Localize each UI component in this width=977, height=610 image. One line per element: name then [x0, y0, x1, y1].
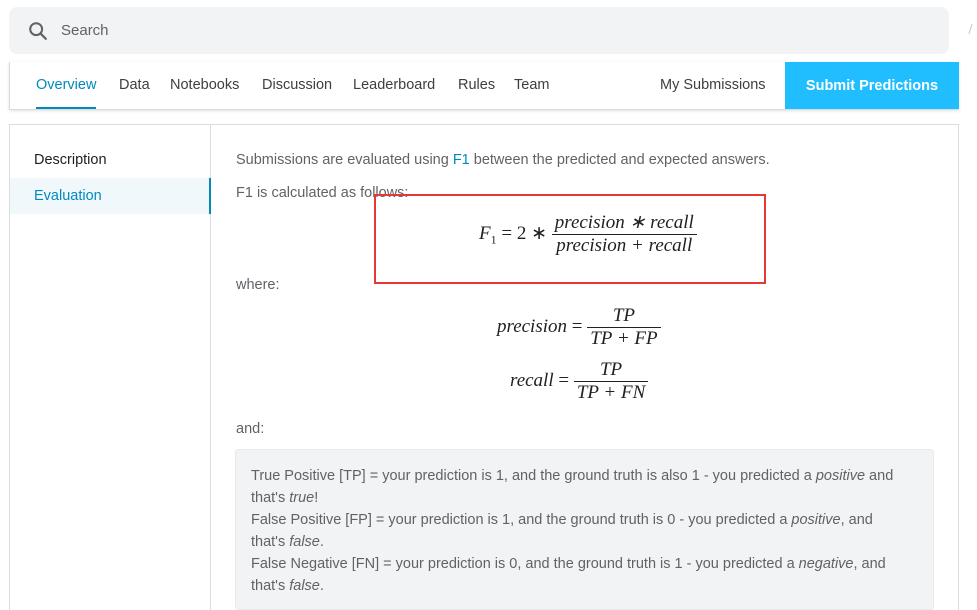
precision-eq: = [567, 315, 588, 337]
tab-rules[interactable]: Rules [458, 62, 495, 109]
precision-fraction: TP TP + FP [587, 305, 661, 350]
fn-definition-line-1: False Negative [FN] = your prediction is… [251, 556, 886, 572]
fp-definition-line-2: that's false. [251, 534, 324, 550]
search-bar[interactable] [9, 7, 949, 54]
recall-denominator: TP + FN [576, 382, 646, 403]
precision-formula: precision = TP TP + FP [497, 305, 661, 350]
sidebar-item-evaluation[interactable]: Evaluation [10, 178, 211, 214]
search-input[interactable] [61, 7, 921, 54]
intro-text-before: Submissions are evaluated using [236, 152, 453, 168]
tab-team[interactable]: Team [514, 62, 549, 109]
fp-definition-line-1: False Positive [FP] = your prediction is… [251, 512, 873, 528]
tab-leaderboard[interactable]: Leaderboard [353, 62, 435, 109]
precision-lhs: precision [497, 315, 568, 337]
tab-notebooks[interactable]: Notebooks [170, 62, 239, 109]
definitions-box: True Positive [TP] = your prediction is … [235, 449, 934, 610]
recall-formula: recall = TP TP + FN [510, 359, 649, 404]
tp-definition-line-2: that's true! [251, 490, 319, 506]
tab-overview[interactable]: Overview [36, 62, 97, 109]
highlight-box [374, 194, 766, 284]
f1-link[interactable]: F1 [453, 152, 470, 168]
and-label: and: [236, 421, 265, 437]
sidebar: Description Evaluation [10, 125, 211, 610]
recall-lhs: recall [510, 369, 554, 391]
recall-eq: = [553, 369, 574, 391]
submit-predictions-button[interactable]: Submit Predictions [785, 62, 959, 109]
fn-definition-line-2: that's false. [251, 578, 324, 594]
search-icon [29, 22, 47, 40]
intro-paragraph: Submissions are evaluated using F1 betwe… [236, 152, 770, 168]
my-submissions-link[interactable]: My Submissions [660, 62, 766, 109]
tab-bar: Overview Data Notebooks Discussion Leade… [9, 62, 959, 110]
where-label: where: [236, 277, 280, 293]
recall-fraction: TP TP + FN [573, 359, 649, 404]
recall-numerator: TP [573, 359, 649, 382]
precision-denominator: TP + FP [590, 328, 658, 349]
sidebar-item-description[interactable]: Description [10, 142, 211, 178]
precision-numerator: TP [587, 305, 661, 328]
intro-text-after: between the predicted and expected answe… [469, 152, 770, 168]
tp-definition-line-1: True Positive [TP] = your prediction is … [251, 468, 894, 484]
tab-data[interactable]: Data [119, 62, 150, 109]
tab-discussion[interactable]: Discussion [262, 62, 332, 109]
edge-fragment [968, 24, 977, 34]
